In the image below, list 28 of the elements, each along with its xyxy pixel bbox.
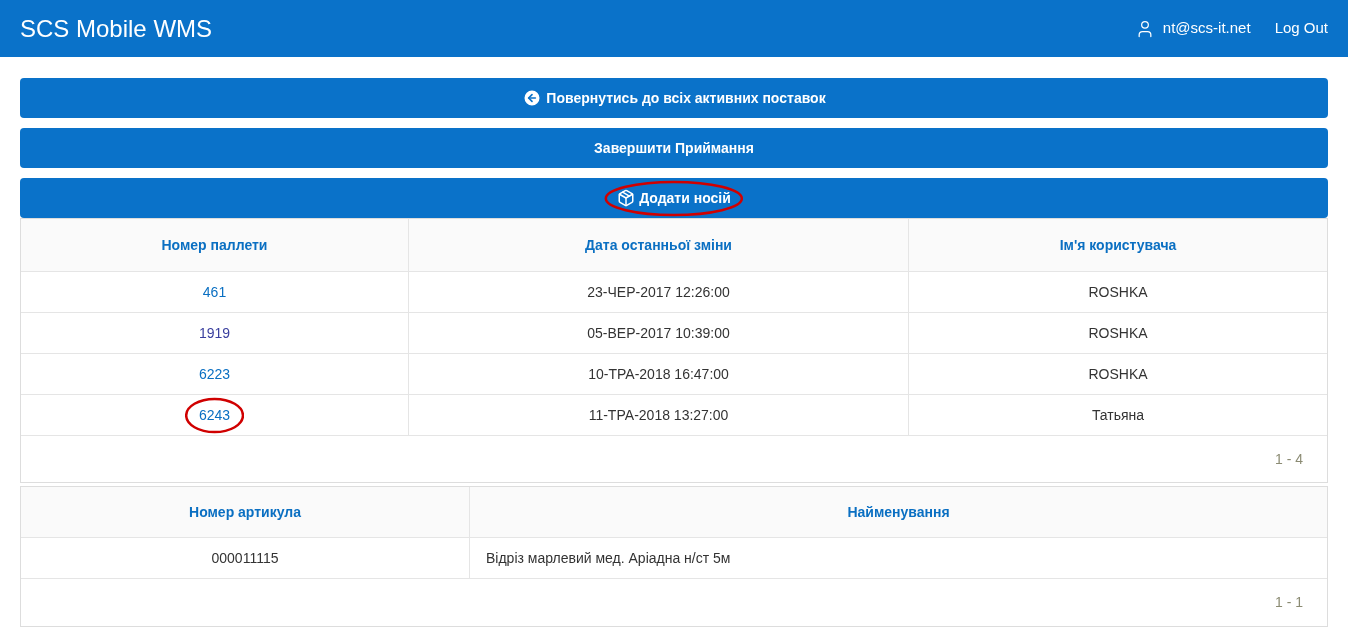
date-cell-text: 10-ТРА-2018 16:47:00	[588, 364, 729, 384]
pagination-range: 1 - 4	[1275, 449, 1303, 469]
column-header[interactable]: Найменування	[469, 487, 1327, 537]
column-header[interactable]: Ім'я користувача	[908, 219, 1327, 271]
user-cell-text: ROSHKA	[1088, 323, 1148, 343]
logout-link[interactable]: Log Out	[1274, 17, 1328, 40]
column-header[interactable]: Дата останньої зміни	[408, 219, 908, 271]
user-cell-text: ROSHKA	[1088, 282, 1148, 302]
user-cell-text: ROSHKA	[1088, 364, 1148, 384]
action-button[interactable]: Повернутись до всіх активних поставок	[20, 78, 1328, 118]
article-name-cell-text: Відріз марлевий мед. Аріадна н/ст 5м	[486, 548, 731, 568]
column-header[interactable]: Номер паллети	[21, 219, 408, 271]
user-cell-text: Татьяна	[1091, 405, 1145, 425]
pallet-link[interactable]: 1919	[198, 324, 231, 341]
action-button[interactable]: Додати носій	[20, 178, 1328, 218]
pallet-link[interactable]: 461	[202, 283, 227, 300]
article-number-cell-text: 000011115	[211, 548, 279, 568]
user-email: nt@scs-it.net	[1162, 18, 1251, 39]
pallet-link[interactable]: 6223	[198, 365, 231, 382]
box-icon	[617, 189, 636, 207]
app-title: SCS Mobile WMS	[20, 13, 213, 44]
action-button[interactable]: Завершити Приймання	[20, 128, 1328, 168]
pagination-range: 1 - 1	[1275, 593, 1303, 612]
arrow-left-circle-icon	[522, 88, 543, 108]
date-cell-text: 05-ВЕР-2017 10:39:00	[587, 323, 730, 343]
date-cell-text: 23-ЧЕР-2017 12:26:00	[587, 282, 730, 302]
column-header[interactable]: Номер артикула	[21, 487, 469, 537]
date-cell-text: 11-ТРА-2018 13:27:00	[588, 405, 729, 425]
